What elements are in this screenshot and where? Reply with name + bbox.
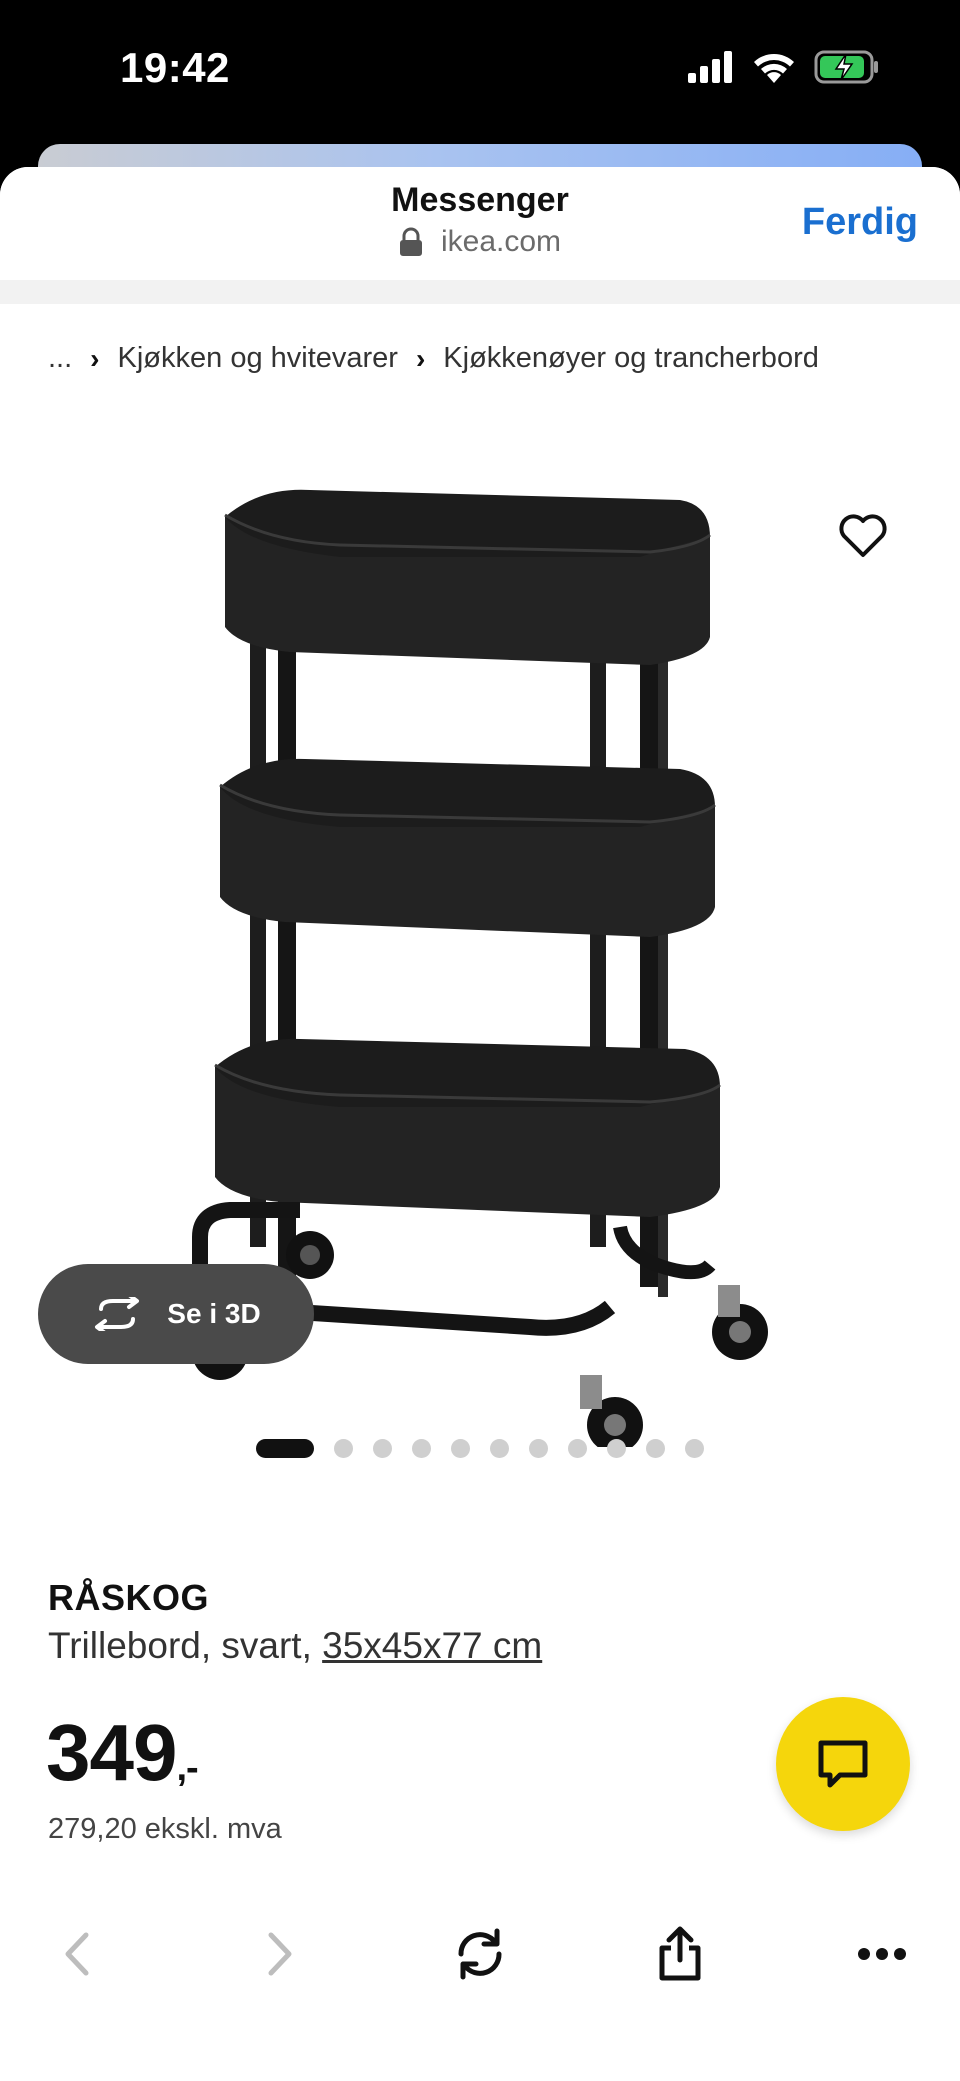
carousel-dot[interactable]: [490, 1439, 509, 1458]
reload-button[interactable]: [445, 1919, 515, 1989]
battery-charging-icon: [814, 50, 878, 84]
share-button[interactable]: [645, 1919, 715, 1989]
carousel-dot[interactable]: [568, 1439, 587, 1458]
carousel-pagination: [256, 1439, 704, 1458]
view-3d-button[interactable]: Se i 3D: [38, 1264, 314, 1364]
share-icon: [659, 1926, 701, 1981]
product-type: Trillebord, svart,: [48, 1625, 323, 1666]
status-time: 19:42: [120, 44, 230, 91]
status-bar: 19:42: [0, 0, 960, 140]
product-name: RÅSKOG: [48, 1577, 210, 1618]
chat-bubble-icon: [818, 1740, 868, 1788]
wifi-icon: [754, 54, 794, 83]
chevron-right-icon: ›: [90, 342, 100, 374]
rotate-3d-icon: [95, 1297, 140, 1331]
breadcrumb-ellipsis[interactable]: ...: [48, 342, 72, 375]
chevron-right-icon: ›: [415, 342, 426, 374]
carousel-dot[interactable]: [685, 1439, 704, 1458]
carousel-dot[interactable]: [412, 1439, 431, 1458]
view-3d-label: Se i 3D: [167, 1298, 261, 1329]
lock-icon: [399, 227, 422, 256]
sheet-header: Messenger ikea.com Ferdig: [0, 167, 960, 282]
breadcrumb: ... › Kjøkken og hvitevarer › Kjøkkenøye…: [48, 342, 819, 375]
breadcrumb-item-kitchen[interactable]: Kjøkken og hvitevarer: [118, 342, 398, 375]
price-main: 349: [46, 1708, 177, 1797]
forward-button[interactable]: [245, 1919, 315, 1989]
carousel-dot[interactable]: [646, 1439, 665, 1458]
carousel-dot[interactable]: [529, 1439, 548, 1458]
url-text: ikea.com: [440, 225, 562, 258]
more-options-button[interactable]: [847, 1919, 917, 1989]
done-button[interactable]: Ferdig: [802, 201, 918, 244]
cellular-signal-icon: [688, 51, 732, 83]
chevron-right-icon: [268, 1932, 292, 1976]
chevron-left-icon: [65, 1932, 89, 1976]
product-description: Trillebord, svart, 35x45x77 cm: [48, 1625, 542, 1667]
carousel-dot[interactable]: [334, 1439, 353, 1458]
product-price: 349,-: [46, 1707, 199, 1799]
chat-button[interactable]: [776, 1697, 910, 1831]
carousel-dot[interactable]: [373, 1439, 392, 1458]
reload-icon: [458, 1928, 502, 1980]
favorite-heart-icon[interactable]: [838, 513, 888, 559]
price-ex-vat: 279,20 ekskl. mva: [48, 1813, 282, 1845]
carousel-dot[interactable]: [256, 1439, 314, 1458]
back-button[interactable]: [42, 1919, 112, 1989]
header-divider: [0, 280, 960, 304]
breadcrumb-item-kitchen-islands[interactable]: Kjøkkenøyer og trancherbord: [443, 342, 819, 375]
more-icon: [858, 1948, 906, 1960]
in-app-browser-sheet: Messenger ikea.com Ferdig ... › Kjøkken …: [0, 167, 960, 2081]
product-dimensions-link[interactable]: 35x45x77 cm: [322, 1625, 542, 1666]
price-suffix: ,-: [176, 1747, 198, 1789]
carousel-dot[interactable]: [607, 1439, 626, 1458]
carousel-dot[interactable]: [451, 1439, 470, 1458]
